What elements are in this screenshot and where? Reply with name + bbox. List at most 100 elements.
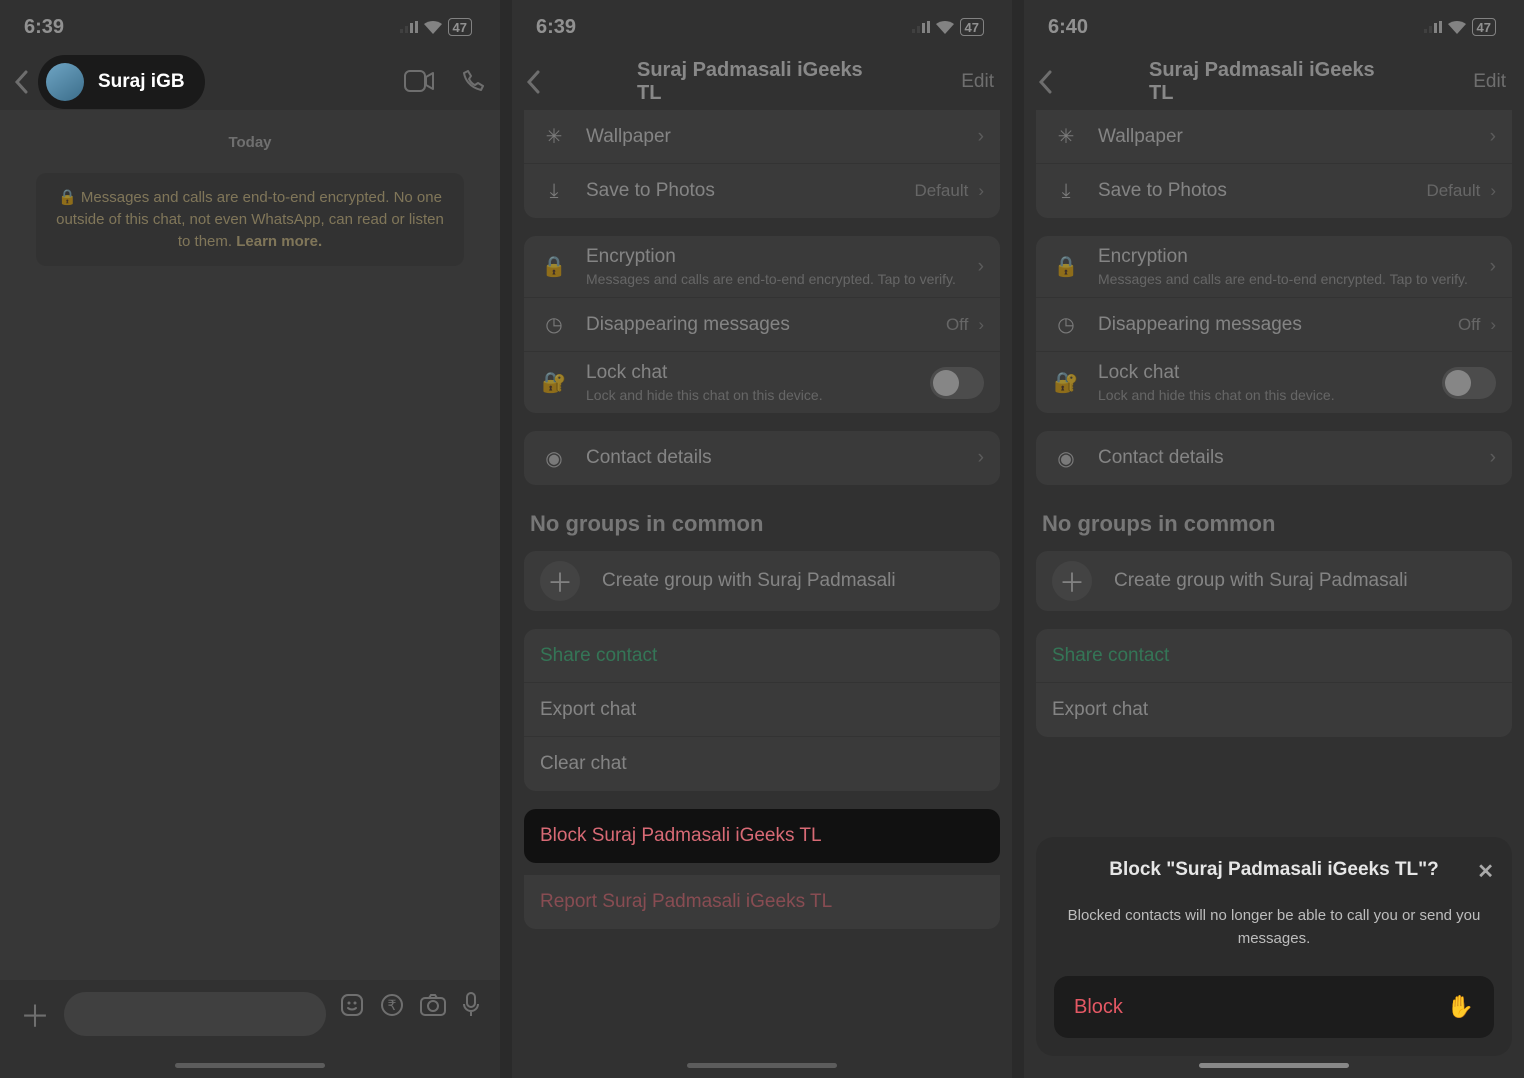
battery-icon: 47	[960, 18, 984, 36]
row-share-contact[interactable]: Share contact	[1036, 629, 1512, 683]
row-report-contact[interactable]: Report Suraj Padmasali iGeeks TL	[524, 875, 1000, 929]
row-block-contact[interactable]: Block Suraj Padmasali iGeeks TL	[524, 809, 1000, 863]
page-title: Suraj Padmasali iGeeks TL	[637, 59, 887, 105]
row-save-photos[interactable]: ⤓ Save to Photos Default›	[1036, 164, 1512, 218]
sticker-icon[interactable]	[340, 993, 364, 1017]
row-export-chat[interactable]: Export chat	[524, 683, 1000, 737]
screen-block-confirm: 6:40 47 Suraj Padmasali iGeeks TL Edit ✳…	[1024, 0, 1524, 1078]
contact-name: Suraj iGB	[98, 71, 185, 93]
row-contact-details[interactable]: ◉ Contact details ›	[1036, 431, 1512, 485]
contact-info-header: Suraj Padmasali iGeeks TL Edit	[1024, 54, 1524, 110]
status-bar: 6:39 47	[512, 0, 1012, 54]
cellular-icon	[1424, 21, 1442, 33]
chevron-right-icon: ›	[1490, 447, 1496, 469]
home-indicator[interactable]	[1199, 1063, 1349, 1068]
sheet-message: Blocked contacts will no longer be able …	[1064, 905, 1484, 950]
padlock-icon: 🔐	[1052, 370, 1080, 395]
wifi-icon	[936, 21, 954, 34]
row-save-photos[interactable]: ⤓ Save to Photos Default›	[524, 164, 1000, 218]
block-confirm-sheet: Block "Suraj Padmasali iGeeks TL"? ✕ Blo…	[1036, 837, 1512, 1056]
lock-chat-toggle[interactable]	[930, 367, 984, 399]
row-disappearing[interactable]: ◷ Disappearing messages Off›	[1036, 298, 1512, 352]
video-call-icon[interactable]	[404, 70, 434, 94]
row-create-group[interactable]: ＋ Create group with Suraj Padmasali	[524, 551, 1000, 611]
close-icon[interactable]: ✕	[1477, 859, 1494, 884]
status-time: 6:39	[536, 16, 576, 39]
hand-stop-icon: ✋	[1447, 994, 1474, 1020]
contact-info-header: Suraj Padmasali iGeeks TL Edit	[512, 54, 1012, 110]
date-header: Today	[0, 134, 500, 151]
voice-call-icon[interactable]	[460, 70, 484, 94]
person-icon: ◉	[540, 446, 568, 471]
row-encryption[interactable]: 🔒 EncryptionMessages and calls are end-t…	[1036, 236, 1512, 298]
lock-icon: 🔒	[58, 189, 77, 206]
plus-icon[interactable]: ＋	[20, 992, 50, 1036]
wifi-icon	[424, 21, 442, 34]
wallpaper-icon: ✳	[1052, 124, 1080, 149]
cellular-icon	[400, 21, 418, 33]
battery-icon: 47	[1472, 18, 1496, 36]
row-clear-chat[interactable]: Clear chat	[524, 737, 1000, 791]
camera-icon[interactable]	[420, 994, 446, 1016]
back-icon[interactable]	[526, 70, 540, 94]
edit-button[interactable]: Edit	[1473, 71, 1506, 93]
learn-more-link[interactable]: Learn more.	[236, 233, 322, 250]
lock-chat-toggle[interactable]	[1442, 367, 1496, 399]
chevron-right-icon: ›	[1490, 256, 1496, 278]
row-lock-chat: 🔐 Lock chatLock and hide this chat on th…	[524, 352, 1000, 413]
avatar	[46, 63, 84, 101]
cellular-icon	[912, 21, 930, 33]
home-indicator[interactable]	[687, 1063, 837, 1068]
row-share-contact[interactable]: Share contact	[524, 629, 1000, 683]
chevron-right-icon: ›	[978, 126, 984, 148]
row-contact-details[interactable]: ◉ Contact details ›	[524, 431, 1000, 485]
chat-header: Suraj iGB	[0, 54, 500, 110]
chat-body: Today 🔒 Messages and calls are end-to-en…	[0, 110, 500, 1000]
row-export-chat[interactable]: Export chat	[1036, 683, 1512, 737]
download-icon: ⤓	[1052, 180, 1080, 203]
settings-list: ✳ Wallpaper › ⤓ Save to Photos Default› …	[512, 110, 1012, 929]
home-indicator[interactable]	[175, 1063, 325, 1068]
timer-icon: ◷	[540, 312, 568, 337]
status-bar: 6:40 47	[1024, 0, 1524, 54]
wallpaper-icon: ✳	[540, 124, 568, 149]
encryption-notice[interactable]: 🔒 Messages and calls are end-to-end encr…	[36, 173, 464, 266]
back-icon[interactable]	[1038, 70, 1052, 94]
chevron-right-icon: ›	[1490, 181, 1496, 201]
timer-icon: ◷	[1052, 312, 1080, 337]
padlock-icon: 🔐	[540, 370, 568, 395]
mic-icon[interactable]	[462, 992, 480, 1018]
edit-button[interactable]: Edit	[961, 71, 994, 93]
download-icon: ⤓	[540, 180, 568, 203]
svg-text:₹: ₹	[388, 997, 397, 1013]
chevron-right-icon: ›	[1490, 126, 1496, 148]
row-wallpaper[interactable]: ✳ Wallpaper ›	[1036, 110, 1512, 164]
settings-list: ✳ Wallpaper › ⤓ Save to Photos Default› …	[1024, 110, 1524, 737]
row-wallpaper[interactable]: ✳ Wallpaper ›	[524, 110, 1000, 164]
no-groups-label: No groups in common	[524, 503, 1000, 551]
contact-pill[interactable]: Suraj iGB	[38, 55, 205, 109]
wifi-icon	[1448, 21, 1466, 34]
plus-circle-icon: ＋	[540, 561, 580, 601]
page-title: Suraj Padmasali iGeeks TL	[1149, 59, 1399, 105]
person-icon: ◉	[1052, 446, 1080, 471]
message-input[interactable]	[64, 992, 326, 1036]
battery-icon: 47	[448, 18, 472, 36]
row-disappearing[interactable]: ◷ Disappearing messages Off›	[524, 298, 1000, 352]
sheet-title: Block "Suraj Padmasali iGeeks TL"? ✕	[1054, 859, 1494, 881]
row-lock-chat: 🔐 Lock chatLock and hide this chat on th…	[1036, 352, 1512, 413]
plus-circle-icon: ＋	[1052, 561, 1092, 601]
status-bar: 6:39 47	[0, 0, 500, 54]
rupee-icon[interactable]: ₹	[380, 993, 404, 1017]
chevron-right-icon: ›	[978, 447, 984, 469]
status-time: 6:40	[1048, 16, 1088, 39]
chevron-right-icon: ›	[978, 315, 984, 335]
status-icons: 47	[400, 18, 472, 36]
row-create-group[interactable]: ＋ Create group with Suraj Padmasali	[1036, 551, 1512, 611]
back-icon[interactable]	[14, 70, 28, 94]
chevron-right-icon: ›	[978, 256, 984, 278]
block-button[interactable]: Block ✋	[1054, 976, 1494, 1038]
row-encryption[interactable]: 🔒 EncryptionMessages and calls are end-t…	[524, 236, 1000, 298]
screen-chat: 6:39 47 Suraj iGB Today	[0, 0, 500, 1078]
chevron-right-icon: ›	[1490, 315, 1496, 335]
